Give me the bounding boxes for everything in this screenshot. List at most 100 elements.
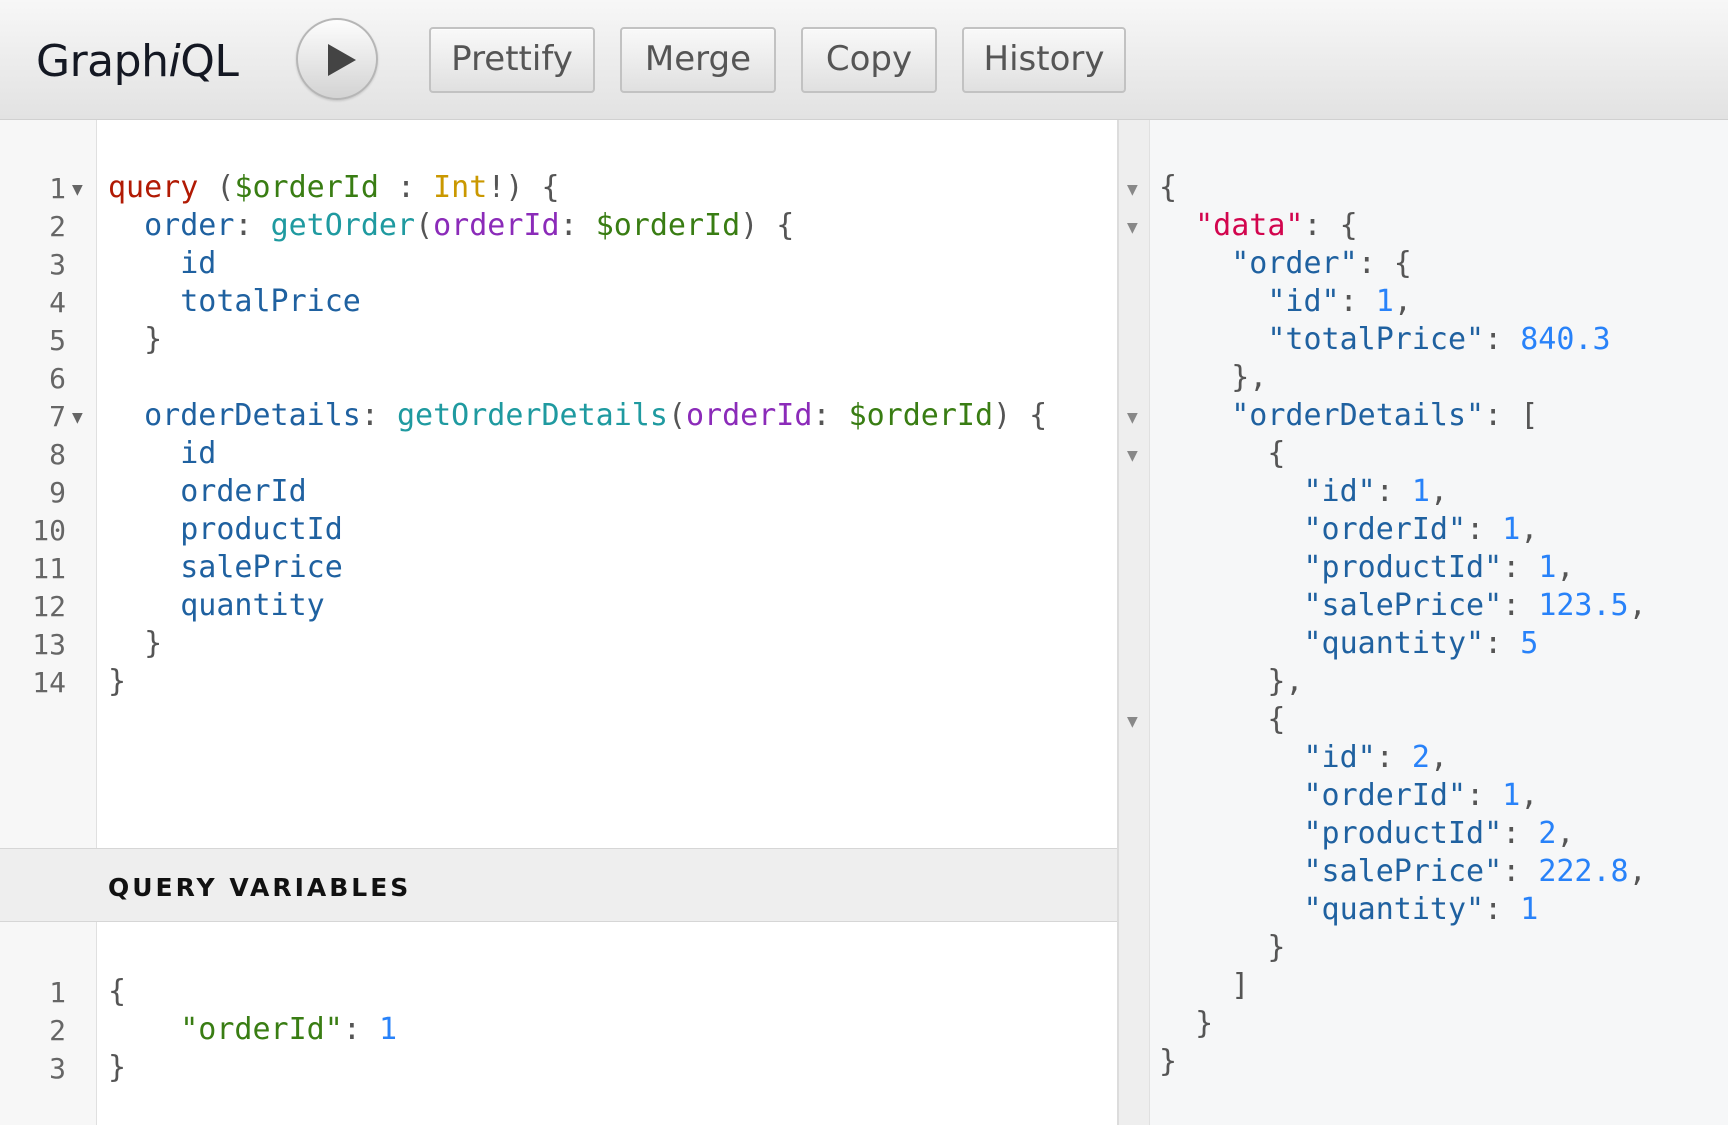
- code-token: ,: [1429, 474, 1448, 509]
- code-line: },: [1159, 664, 1304, 699]
- code-token: ,: [1556, 550, 1575, 585]
- line-number: 3: [49, 1052, 66, 1085]
- code-token: :: [1375, 740, 1412, 775]
- result-gutter: [1119, 120, 1150, 1125]
- code-token: getOrderDetails: [397, 398, 668, 433]
- code-token: :: [1466, 778, 1503, 813]
- code-token: orderDetails: [108, 398, 361, 433]
- code-token: 1: [1502, 778, 1521, 813]
- app-title-post: QL: [180, 36, 239, 87]
- line-number: 11: [32, 552, 66, 585]
- code-token: $orderId: [234, 170, 379, 205]
- app-title-pre: Graph: [36, 36, 169, 87]
- fold-arrow-icon[interactable]: ▼: [1127, 714, 1138, 730]
- code-token: 1: [1375, 284, 1394, 319]
- code-token: :: [559, 208, 596, 243]
- code-token: !) {: [487, 170, 560, 205]
- line-number: 8: [49, 438, 66, 471]
- code-token: :: [234, 208, 271, 243]
- code-token: :: [1375, 474, 1412, 509]
- merge-button[interactable]: Merge: [620, 27, 776, 93]
- code-line: }: [108, 664, 126, 699]
- code-token: (: [198, 170, 235, 205]
- code-line: }: [108, 322, 162, 357]
- query-editor[interactable]: 1 query ($orderId : Int!) {2 order: getOr…: [0, 120, 1117, 848]
- code-token: id: [108, 436, 217, 471]
- code-token: (: [415, 208, 434, 243]
- execute-button[interactable]: [296, 18, 378, 100]
- code-token: }: [108, 1050, 127, 1085]
- code-token: :: [378, 170, 434, 205]
- code-token: getOrder: [270, 208, 416, 243]
- code-token: :: [1484, 626, 1521, 661]
- code-token: "quantity": [1303, 892, 1485, 927]
- code-token: ,: [1628, 854, 1647, 889]
- code-line: },: [1159, 360, 1267, 395]
- code-token: productId: [108, 512, 343, 547]
- fold-arrow-icon[interactable]: ▼: [1127, 182, 1138, 198]
- code-token: "data": [1195, 208, 1304, 243]
- code-token: },: [1159, 664, 1304, 699]
- query-variables-title: QUERY VARIABLES: [108, 873, 412, 902]
- prettify-button[interactable]: Prettify: [429, 27, 595, 93]
- code-token: }: [108, 322, 163, 357]
- query-variables-editor[interactable]: 1 {2 "orderId": 1 3}: [0, 922, 1117, 1125]
- code-token: }: [108, 664, 127, 699]
- code-token: {: [1159, 702, 1286, 737]
- code-token: orderId: [433, 208, 560, 243]
- code-token: : {: [1357, 246, 1412, 281]
- code-token: "id": [1267, 284, 1340, 319]
- code-line: "salePrice": 123.5,: [1159, 588, 1647, 623]
- fold-arrow-icon[interactable]: ▼: [1127, 448, 1138, 464]
- code-token: :: [1502, 550, 1539, 585]
- code-token: {: [108, 974, 127, 1009]
- code-token: ,: [1628, 588, 1647, 623]
- code-line: orderId: [108, 474, 306, 509]
- code-line: "quantity": 1: [1159, 892, 1539, 927]
- code-line: }: [108, 1050, 126, 1085]
- code-token: orderId: [686, 398, 813, 433]
- code-line: ]: [1159, 968, 1249, 1003]
- code-line: "data": {: [1159, 208, 1358, 243]
- code-token: "productId": [1303, 550, 1503, 585]
- code-line: }: [1159, 930, 1285, 965]
- code-token: }: [1159, 930, 1286, 965]
- code-token: 1: [378, 1012, 397, 1047]
- code-token: "quantity": [1303, 626, 1485, 661]
- code-token: "id": [1303, 740, 1376, 775]
- copy-button[interactable]: Copy: [801, 27, 937, 93]
- code-token: $orderId: [848, 398, 994, 433]
- code-token: "orderId": [1303, 778, 1467, 813]
- code-token: : {: [1303, 208, 1358, 243]
- code-token: 123.5: [1538, 588, 1629, 623]
- history-button[interactable]: History: [962, 27, 1126, 93]
- fold-arrow-icon[interactable]: ▼: [1127, 410, 1138, 426]
- code-token: :: [1502, 588, 1539, 623]
- code-token: ,: [1556, 816, 1575, 851]
- line-number: 12: [32, 590, 66, 623]
- code-token: (: [667, 398, 686, 433]
- code-line: "orderId": 1: [108, 1012, 397, 1047]
- code-token: quantity: [108, 588, 325, 623]
- code-token: ]: [1159, 968, 1250, 1003]
- code-line: id: [108, 436, 216, 471]
- code-line: }: [1159, 1006, 1213, 1041]
- code-line: {: [1159, 170, 1177, 205]
- fold-arrow-icon[interactable]: ▼: [1127, 220, 1138, 236]
- code-token: :: [1339, 284, 1376, 319]
- fold-arrow-icon[interactable]: ▼: [72, 410, 83, 426]
- query-variables-header[interactable]: QUERY VARIABLES: [0, 848, 1117, 922]
- code-line: quantity: [108, 588, 325, 623]
- code-token: 1: [1520, 892, 1539, 927]
- fold-arrow-icon[interactable]: ▼: [72, 182, 83, 198]
